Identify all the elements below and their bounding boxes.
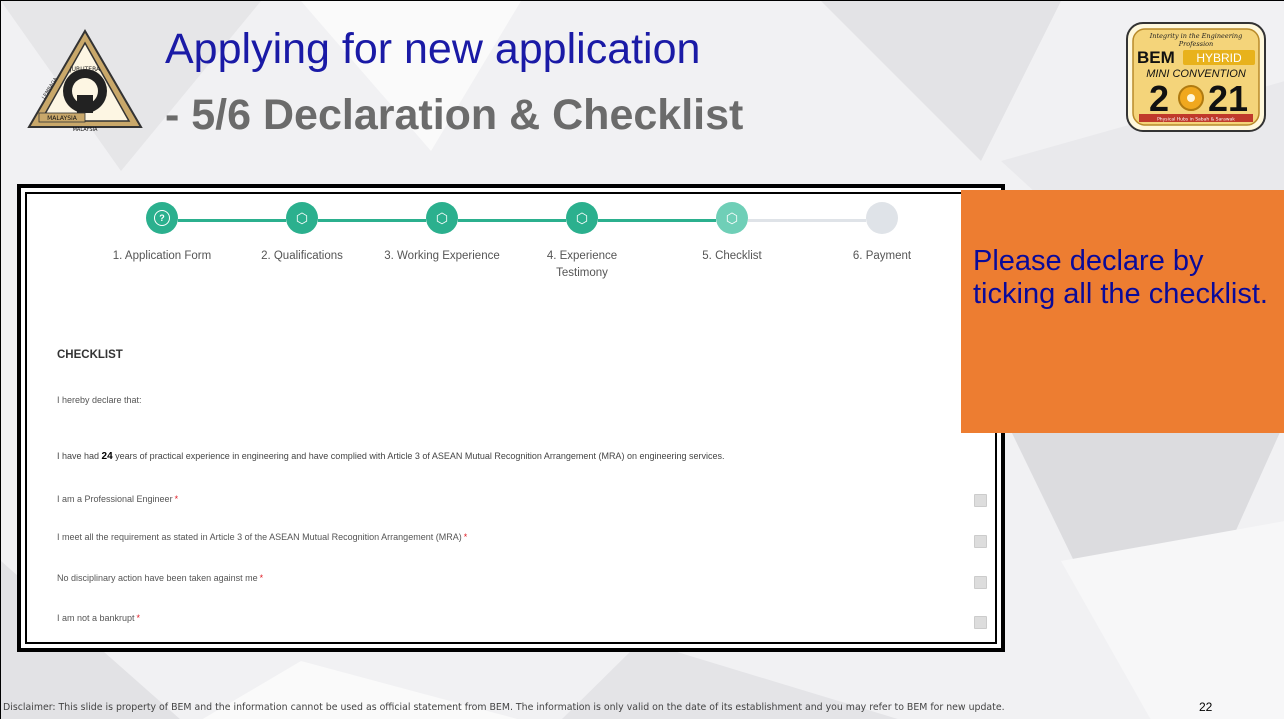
- question-icon: ?: [146, 202, 178, 234]
- convention-hybrid: HYBRID: [1196, 51, 1242, 65]
- checkbox-not-bankrupt[interactable]: [974, 616, 987, 629]
- checklist-form: ? 1. Application Form ⬡ 2. Qualifications ⬡ 3…: [25, 192, 997, 644]
- convention-year-left: 2: [1149, 78, 1169, 119]
- experience-statement: I have had 24 years of practical experie…: [57, 451, 725, 462]
- stepper-step-label: 1. Application Form: [112, 250, 212, 262]
- stepper-step[interactable]: ⬡ 5. Checklist: [657, 202, 807, 265]
- stepper-step[interactable]: ⬡ 3. Working Experience: [367, 202, 517, 265]
- crest-arc-top: JURUTERA: [69, 66, 101, 73]
- cube-icon: ⬡: [426, 202, 458, 234]
- slide-title: Applying for new application: [165, 25, 701, 73]
- crest-bottom-text: MALAYSIA: [73, 127, 98, 133]
- stepper-step[interactable]: ? 1. Application Form: [87, 202, 237, 265]
- stepper-step-label: 3. Working Experience: [384, 250, 500, 262]
- experience-years: 24: [101, 451, 113, 462]
- checklist-item-professional-engineer: I am a Professional Engineer *: [57, 494, 178, 504]
- cube-icon: ⬡: [286, 202, 318, 234]
- convention-tagline-2: Profession: [1178, 40, 1214, 48]
- bem-convention-logo: Integrity in the Engineering Profession …: [1126, 22, 1266, 132]
- stepper-step[interactable]: ⬡ 4. Experience Testimony: [507, 202, 657, 282]
- callout-text: Please declare by ticking all the checkl…: [973, 245, 1268, 310]
- convention-footer: Physical Hubs in Sabah & Sarawak: [1157, 117, 1235, 123]
- checklist-item-mra-requirement: I meet all the requirement as stated in …: [57, 532, 467, 542]
- checklist-item-label: I am a Professional Engineer: [57, 494, 173, 504]
- checklist-item-label: No disciplinary action have been taken a…: [57, 573, 258, 583]
- stepper-step[interactable]: ⬡ 2. Qualifications: [227, 202, 377, 265]
- stepper-step-label: 6. Payment: [852, 250, 912, 262]
- required-mark: *: [174, 494, 179, 504]
- cube-icon: ⬡: [716, 202, 748, 234]
- application-stepper: ? 1. Application Form ⬡ 2. Qualifications ⬡ 3…: [27, 194, 995, 294]
- checklist-screenshot: ? 1. Application Form ⬡ 2. Qualifications ⬡ 3…: [17, 184, 1005, 652]
- experience-text-after: years of practical experience in enginee…: [112, 451, 725, 461]
- convention-year-right: 21: [1208, 78, 1248, 119]
- presentation-slide: JURUTERA LEMBAGA MALAYSIA MALAYSIA Apply…: [0, 0, 1284, 719]
- checklist-item-label: I am not a bankrupt: [57, 613, 135, 623]
- stepper-step-label: 5. Checklist: [702, 250, 762, 262]
- required-mark: *: [259, 573, 264, 583]
- stepper-step-label: 2. Qualifications: [261, 250, 343, 262]
- experience-text-before: I have had: [57, 451, 102, 461]
- bem-crest-logo: JURUTERA LEMBAGA MALAYSIA MALAYSIA: [27, 29, 143, 133]
- stepper-step-label: 4. Experience Testimony: [546, 250, 618, 279]
- cube-icon: ⬡: [566, 202, 598, 234]
- checklist-item-not-bankrupt: I am not a bankrupt *: [57, 613, 140, 623]
- instruction-callout: Please declare by ticking all the checkl…: [961, 190, 1284, 433]
- checklist-title: CHECKLIST: [57, 349, 123, 361]
- crest-band-text: MALAYSIA: [47, 115, 78, 122]
- convention-tagline-1: Integrity in the Engineering: [1149, 32, 1243, 40]
- required-mark: *: [136, 613, 141, 623]
- convention-brand: BEM: [1137, 48, 1175, 67]
- checkbox-mra-requirement[interactable]: [974, 535, 987, 548]
- checkbox-no-disciplinary-action[interactable]: [974, 576, 987, 589]
- slide-subtitle: - 5/6 Declaration & Checklist: [165, 91, 744, 139]
- stepper-step[interactable]: 6. Payment: [807, 202, 957, 265]
- declaration-intro: I hereby declare that:: [57, 395, 142, 405]
- checkbox-professional-engineer[interactable]: [974, 494, 987, 507]
- disclaimer-text: Disclaimer: This slide is property of BE…: [3, 702, 1005, 713]
- page-number: 22: [1199, 700, 1213, 714]
- checklist-item-label: I meet all the requirement as stated in …: [57, 532, 462, 542]
- required-mark: *: [463, 532, 468, 542]
- checklist-item-no-disciplinary-action: No disciplinary action have been taken a…: [57, 573, 263, 583]
- circle-icon: [866, 202, 898, 234]
